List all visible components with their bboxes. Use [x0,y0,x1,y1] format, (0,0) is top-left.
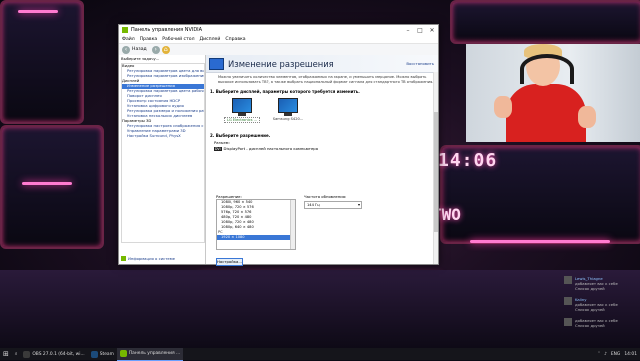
taskbar-label: Steam [99,351,114,357]
monitor-icon [232,98,252,113]
connector-badge: DVI [214,146,222,151]
notification-extra: Список друзей [575,323,605,328]
close-button[interactable]: ✕ [426,27,438,34]
task-panel: Выберите задачу... Видео Регулировка пар… [119,55,206,264]
streamer-body [506,84,586,142]
taskbar-label: OBS 27.0.1 (64-bit, wi... [32,351,85,357]
monitor-1[interactable]: LG Electronics ... [224,98,260,123]
nvidia-control-panel-window[interactable]: Панель управления NVIDIA – □ ✕ Файл Прав… [118,24,439,266]
avatar [564,297,572,305]
content-panel: Изменение разрешения Восстановить Можно … [206,55,438,266]
notification-extra: Список друзей [575,286,605,291]
minimize-button[interactable]: – [402,27,414,34]
system-tray: ˄ ♪ ENG 14:01 [594,352,640,357]
step1-heading: 1. Выберите дисплей, параметры которого … [210,89,360,94]
page-banner: Изменение разрешения Восстановить [206,55,438,73]
search-icon[interactable]: ⌕ [12,348,20,360]
connection-row: DVI DisplayPort - дисплей настольного ко… [206,146,438,151]
monitor-label: LG Electronics ... [224,117,260,123]
refresh-rate-select[interactable]: 144 Гц ▾ [304,201,362,209]
monitor-icon [278,98,298,113]
info-icon [121,256,126,261]
avatar [564,276,572,284]
page-description: Можно увеличить количество элементов, от… [218,75,434,84]
back-arrow-icon[interactable]: ‹ [122,45,130,54]
restore-link[interactable]: Восстановить [406,61,434,66]
content-scrollbar[interactable] [433,72,438,264]
menu-help[interactable]: Справка [225,37,245,42]
monitor-list: LG Electronics ... Samsung S420... [206,98,438,123]
refresh-rate-value: 144 Гц [307,203,320,207]
connection-value: DisplayPort - дисплей настольного компью… [223,146,319,151]
forward-arrow-icon[interactable]: › [151,45,160,54]
task-panel-header: Выберите задачу... [121,56,160,61]
wallpaper-clock: 14:06 [438,150,498,171]
resolution-list-scrollbar[interactable] [290,200,295,249]
resolution-list[interactable]: 1080i, 960 × 540 1080p, 720 × 576 576p, … [216,199,296,250]
notification-extra: Список друзей [575,307,605,312]
avatar [564,318,572,326]
taskbar-item-steam[interactable]: Steam [88,348,117,360]
connection-label: Разъем: [214,140,230,145]
friend-notification[interactable]: Kaliny добавляет вас к себе Список друзе… [564,297,640,312]
chevron-up-icon[interactable]: ˄ [598,352,600,357]
wallpaper-floor [0,270,640,348]
back-label[interactable]: Назад [132,47,147,52]
home-icon[interactable]: ⌂ [161,45,170,54]
monitor-2[interactable]: Samsung S420... [270,98,306,123]
refresh-label: Частота обновления: [304,194,347,199]
taskbar: ⊞ ⌕ OBS 27.0.1 (64-bit, wi... Steam Пане… [0,347,640,361]
menu-desktop[interactable]: Рабочий стол [162,37,194,42]
menu-edit[interactable]: Правка [140,37,157,42]
friend-notification[interactable]: Lewis_Thiagne добавляет вас к себе Списо… [564,276,640,291]
resolution-item-selected[interactable]: 1920 × 1080 [217,235,295,240]
tray-clock[interactable]: 14:01 [624,352,637,357]
wallpaper-panel [450,0,640,44]
notification-stack: Lewis_Thiagne добавляет вас к себе Списо… [564,276,640,334]
streamer-hand [578,106,596,128]
webcam-overlay [466,44,640,142]
taskbar-item-nvidia[interactable]: Панель управления ... [116,347,184,361]
nvidia-icon [119,350,127,357]
taskbar-item-obs[interactable]: OBS 27.0.1 (64-bit, wi... [20,348,87,360]
title-bar[interactable]: Панель управления NVIDIA – □ ✕ [119,25,438,35]
system-info-label: Информация о системе [128,256,175,261]
scrollbar-thumb[interactable] [434,112,438,232]
maximize-button[interactable]: □ [414,27,426,34]
speaker-icon[interactable]: ♪ [604,352,607,357]
taskbar-label: Панель управления ... [128,351,181,356]
menu-display[interactable]: Дисплей [200,37,221,42]
nvidia-icon [122,27,128,33]
display-resolution-icon [209,57,224,70]
obs-icon [23,350,31,358]
neon-strip [22,182,72,185]
neon-strip [18,10,58,13]
page-title: Изменение разрешения [228,58,334,69]
start-button[interactable]: ⊞ [0,348,12,360]
wallpaper-panel [0,125,104,249]
chevron-down-icon: ▾ [357,202,360,207]
neon-strip [470,240,610,243]
menu-bar: Файл Правка Рабочий стол Дисплей Справка [119,35,438,44]
menu-file[interactable]: Файл [122,37,135,42]
step2-heading: 2. Выберите разрешение. [210,133,271,138]
headphones-icon [520,54,574,84]
task-tree: Видео Регулировка параметров цвета для в… [121,63,205,243]
monitor-label: Samsung S420... [272,117,304,121]
customize-button[interactable]: Настройка... [216,258,243,266]
language-indicator[interactable]: ENG [611,352,620,357]
tree-item[interactable]: Настройка Surround, PhysX [122,134,204,139]
friend-notification[interactable]: добавляет вас к себе Список друзей [564,318,640,328]
steam-icon [90,350,98,358]
streamer-hand [494,96,512,118]
window-title: Панель управления NVIDIA [131,27,203,33]
wallpaper-panel [0,0,84,124]
system-info-link[interactable]: Информация о системе [121,256,203,261]
